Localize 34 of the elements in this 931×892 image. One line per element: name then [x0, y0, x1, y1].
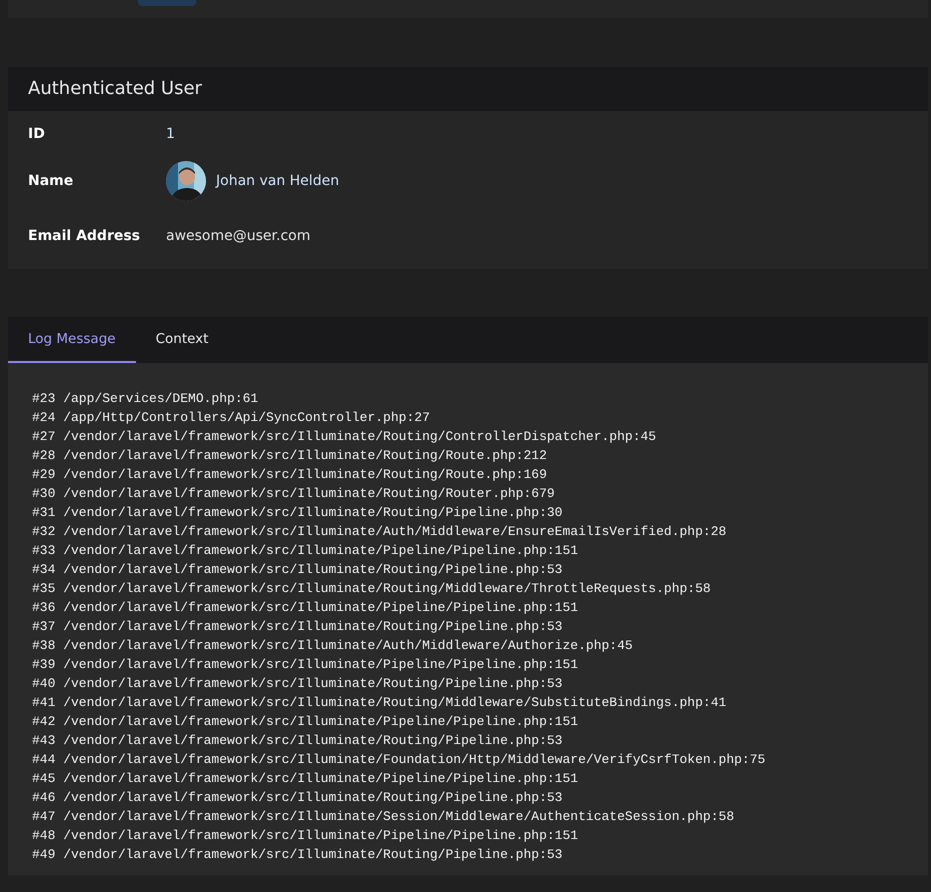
- log-line: #49 /vendor/laravel/framework/src/Illuminate/Routing/Pipeline.php:53: [32, 846, 564, 864]
- log-line: #39 /vendor/laravel/framework/src/Illuminate/Pipeline/Pipeline.php:151: [32, 656, 580, 674]
- field-value: awesome@user.com: [166, 228, 310, 244]
- log-line: #28 /vendor/laravel/framework/src/Illuminate/Routing/Route.php:212: [32, 447, 548, 465]
- card-title: Authenticated User: [8, 67, 928, 111]
- log-line: #29 /vendor/laravel/framework/src/Illuminate/Routing/Route.php:169: [32, 466, 548, 484]
- field-label: Name: [28, 172, 74, 188]
- log-line: #34 /vendor/laravel/framework/src/Illuminate/Routing/Pipeline.php:53: [32, 561, 564, 579]
- log-line: #47 /vendor/laravel/framework/src/Illuminate/Session/Middleware/AuthenticateSession.php:58: [32, 808, 736, 826]
- log-line: #33 /vendor/laravel/framework/src/Illuminate/Pipeline/Pipeline.php:151: [32, 542, 580, 560]
- field-value: 1: [166, 126, 175, 142]
- log-line: #24 /app/Http/Controllers/Api/SyncController.php:27: [32, 409, 431, 427]
- log-line: #30 /vendor/laravel/framework/src/Illuminate/Routing/Router.php:679: [32, 485, 556, 503]
- log-line: #40 /vendor/laravel/framework/src/Illuminate/Routing/Pipeline.php:53: [32, 675, 564, 693]
- log-line: #32 /vendor/laravel/framework/src/Illuminate/Auth/Middleware/EnsureEmailIsVerified.php:28: [32, 523, 728, 541]
- log-line: #36 /vendor/laravel/framework/src/Illuminate/Pipeline/Pipeline.php:151: [32, 599, 580, 617]
- log-line: #27 /vendor/laravel/framework/src/Illuminate/Routing/ControllerDispatcher.php:45: [32, 428, 658, 446]
- field-label: Email Address: [28, 228, 142, 244]
- log-line: #23 /app/Services/DEMO.php:61: [32, 390, 260, 408]
- log-line: #42 /vendor/laravel/framework/src/Illuminate/Pipeline/Pipeline.php:151: [32, 713, 580, 731]
- field-label: ID: [28, 126, 46, 142]
- log-line: #41 /vendor/laravel/framework/src/Illuminate/Routing/Middleware/SubstituteBindings.php:41: [32, 694, 728, 712]
- log-line: #43 /vendor/laravel/framework/src/Illuminate/Routing/Pipeline.php:53: [32, 732, 564, 750]
- log-line: #45 /vendor/laravel/framework/src/Illuminate/Pipeline/Pipeline.php:151: [32, 770, 580, 788]
- log-line: #31 /vendor/laravel/framework/src/Illuminate/Routing/Pipeline.php:30: [32, 504, 564, 522]
- log-line: #35 /vendor/laravel/framework/src/Illuminate/Routing/Middleware/ThrottleRequests.php:58: [32, 580, 712, 598]
- tab[interactable]: Context: [136, 317, 228, 363]
- log-line: #44 /vendor/laravel/framework/src/Illuminate/Foundation/Http/Middleware/VerifyCsrfToken.php:75: [32, 751, 766, 769]
- log-line: #46 /vendor/laravel/framework/src/Illuminate/Routing/Pipeline.php:53: [32, 789, 564, 807]
- log-line: #37 /vendor/laravel/framework/src/Illuminate/Routing/Pipeline.php:53: [32, 618, 564, 636]
- log-line: #38 /vendor/laravel/framework/src/Illuminate/Auth/Middleware/Authorize.php:45: [32, 637, 634, 655]
- button[interactable]: [138, 0, 196, 6]
- user-name: Johan van Helden: [216, 172, 340, 188]
- log-line: #48 /vendor/laravel/framework/src/Illuminate/Pipeline/Pipeline.php:151: [32, 827, 580, 845]
